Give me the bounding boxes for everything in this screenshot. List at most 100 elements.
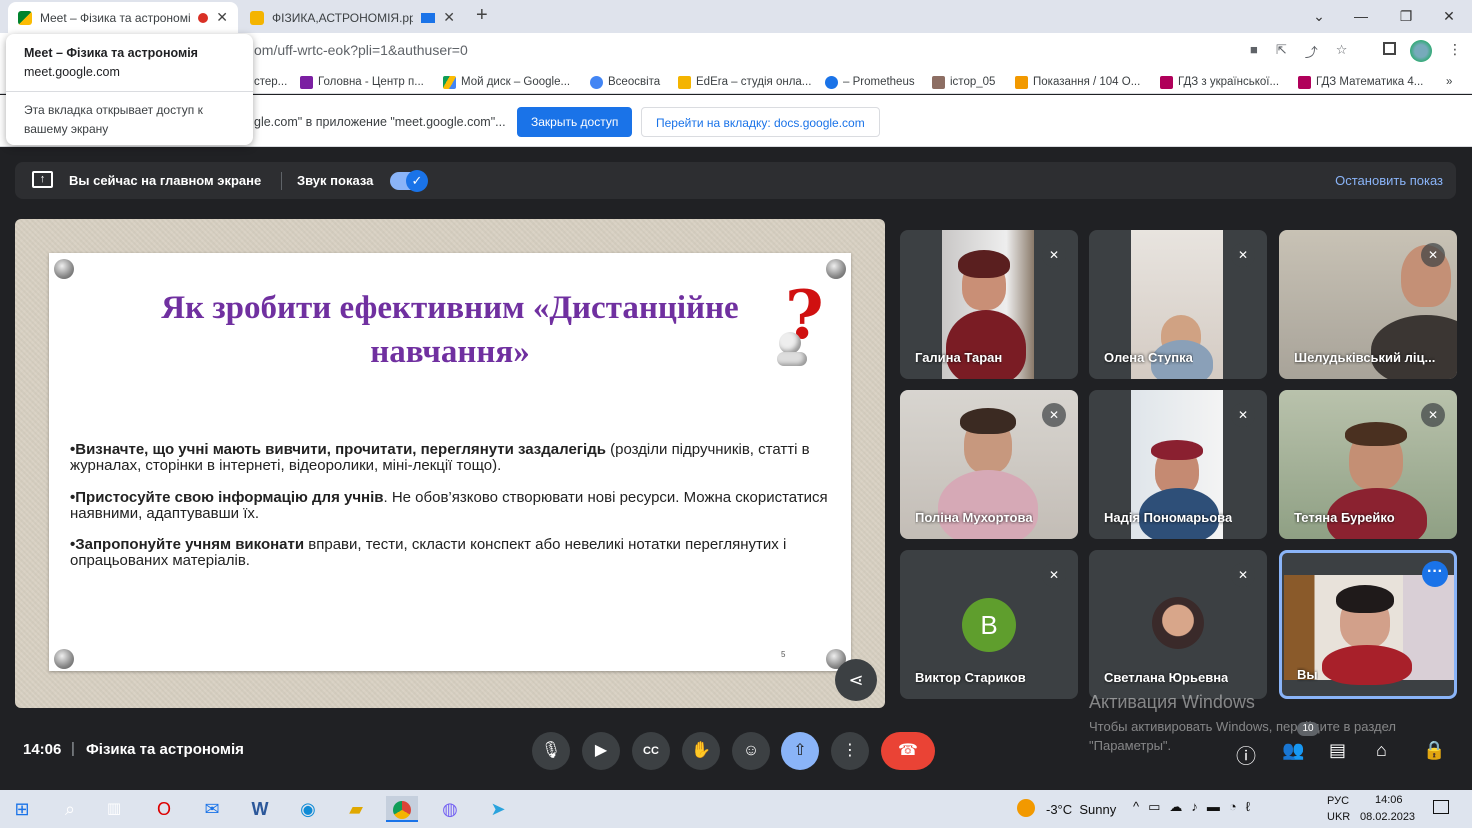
stop-presenting-button[interactable]: Остановить показ bbox=[1335, 173, 1443, 188]
participant-tile[interactable]: ✕ Галина Таран bbox=[900, 230, 1078, 379]
microphone-button[interactable]: 🎙 bbox=[532, 732, 570, 770]
bookmark-item[interactable]: EdEra – студія онла... bbox=[678, 74, 811, 90]
tab-meet-title: Meet – Фізика та астрономі bbox=[40, 10, 191, 25]
bookmark-item[interactable]: істор_05 bbox=[932, 74, 995, 90]
participant-tile[interactable]: ✕ Шелудьківський ліц... bbox=[1279, 230, 1457, 379]
share-audio-label: Звук показа bbox=[297, 173, 374, 188]
meeting-title: Фізика та астрономія bbox=[86, 741, 244, 758]
profile-avatar[interactable] bbox=[1410, 40, 1432, 62]
participant-tile[interactable]: ✕ Светлана Юрьевна bbox=[1089, 550, 1267, 699]
edge-icon[interactable]: ◉ bbox=[294, 796, 322, 822]
captions-button[interactable]: CC bbox=[632, 732, 670, 770]
bookmark-item[interactable]: Мой диск – Google... bbox=[443, 74, 570, 90]
clock-time[interactable]: 14:06 bbox=[1375, 794, 1403, 806]
participant-name: Поліна Мухортова bbox=[915, 510, 1033, 525]
raise-hand-button[interactable]: ✋ bbox=[682, 732, 720, 770]
more-options-icon[interactable]: ··· bbox=[1422, 561, 1448, 587]
clock-date[interactable]: 08.02.2023 bbox=[1360, 811, 1415, 823]
camera-icon[interactable]: ■ bbox=[1250, 42, 1258, 61]
bookmark-item[interactable]: ГДЗ з української... bbox=[1160, 74, 1279, 90]
participant-tile[interactable]: ✕ Надія Пономарьова bbox=[1089, 390, 1267, 539]
activities-icon[interactable]: ⌂ bbox=[1376, 740, 1387, 761]
url-text[interactable]: om/uff-wrtc-eok?pli=1&authuser=0 bbox=[254, 42, 468, 58]
search-icon[interactable]: ⌕ bbox=[56, 796, 84, 822]
new-tab-button[interactable]: + bbox=[476, 4, 488, 27]
chat-icon[interactable]: ▤ bbox=[1329, 740, 1346, 761]
word-icon[interactable]: W bbox=[246, 796, 274, 822]
close-window-button[interactable]: ✕ bbox=[1426, 4, 1472, 28]
minimize-button[interactable]: — bbox=[1338, 4, 1384, 28]
tab-meet[interactable]: Meet – Фізика та астрономі ✕ bbox=[8, 2, 238, 33]
start-icon[interactable]: ⊞ bbox=[8, 796, 36, 822]
close-tab-icon[interactable]: ✕ bbox=[443, 9, 455, 26]
participant-tile[interactable]: ✕ Поліна Мухортова bbox=[900, 390, 1078, 539]
slide-bullet: •Запропонуйте учням виконати вправи, тес… bbox=[70, 537, 840, 569]
tab-search-icon[interactable]: ⌄ bbox=[1296, 4, 1342, 28]
weather-text[interactable]: -3°C Sunny bbox=[1046, 802, 1116, 817]
bookmark-label: Показання / 104 О... bbox=[1033, 76, 1141, 88]
participant-name: Тетяна Бурейко bbox=[1294, 510, 1395, 525]
participant-name: Шелудьківський ліц... bbox=[1294, 350, 1436, 365]
bookmark-item[interactable]: стер... bbox=[254, 74, 287, 90]
mail-icon[interactable]: ✉ bbox=[198, 796, 226, 822]
more-options-button[interactable]: ⋮ bbox=[831, 732, 869, 770]
tray-icons[interactable]: ^▭☁♪▬◔ℓ bbox=[1133, 799, 1259, 815]
reactions-button[interactable]: ☺ bbox=[732, 732, 770, 770]
leave-call-button[interactable]: ☎ bbox=[881, 732, 935, 770]
share-icon[interactable]: ⤴ bbox=[1305, 42, 1318, 61]
hover-card-domain: meet.google.com bbox=[24, 65, 120, 79]
bookmark-item[interactable]: ГДЗ Математика 4... bbox=[1298, 74, 1423, 90]
self-tile[interactable]: ··· Вы bbox=[1279, 550, 1457, 699]
viber-icon[interactable]: ◍ bbox=[436, 796, 464, 822]
mic-off-icon: ✕ bbox=[1042, 563, 1066, 587]
open-external-icon[interactable]: ⇱ bbox=[1276, 42, 1287, 61]
restore-button[interactable]: ❐ bbox=[1383, 4, 1429, 28]
camera-button[interactable]: ▶ bbox=[582, 732, 620, 770]
avatar: В bbox=[962, 598, 1016, 652]
hover-card-note: Эта вкладка открывает доступ к вашему эк… bbox=[24, 103, 203, 136]
menu-icon[interactable]: ⋮ bbox=[1448, 41, 1462, 58]
bookmark-icon bbox=[1298, 75, 1311, 89]
side-panel-icon[interactable] bbox=[1383, 42, 1396, 55]
bookmark-item[interactable]: Показання / 104 О... bbox=[1015, 74, 1140, 90]
more-vert-icon: ⋮ bbox=[842, 742, 858, 759]
host-controls-icon[interactable]: 🔒 bbox=[1423, 740, 1445, 761]
participant-tile[interactable]: ✕ Тетяна Бурейко bbox=[1279, 390, 1457, 539]
weather-icon bbox=[1017, 799, 1035, 817]
participant-tile[interactable]: В ✕ Виктор Стариков bbox=[900, 550, 1078, 699]
task-view-icon[interactable]: ▥ bbox=[100, 796, 128, 822]
tab-slides[interactable]: ФІЗИКА,АСТРОНОМІЯ.pptx ✕ bbox=[240, 2, 465, 33]
stop-sharing-button[interactable]: Закрыть доступ bbox=[517, 107, 633, 137]
bookmark-icon bbox=[1160, 75, 1173, 89]
share-icon[interactable]: ⋖ bbox=[835, 659, 877, 701]
close-tab-icon[interactable]: ✕ bbox=[216, 9, 228, 26]
mic-off-icon: ✕ bbox=[1231, 403, 1255, 427]
mic-icon: 🎙 bbox=[540, 742, 562, 759]
language-top[interactable]: РУС bbox=[1327, 795, 1349, 807]
bookmark-item[interactable]: Всеосвіта bbox=[590, 74, 660, 90]
info-icon[interactable]: ⓘ bbox=[1236, 740, 1256, 769]
file-explorer-icon[interactable]: ▰ bbox=[342, 796, 370, 822]
people-icon[interactable]: 👥 bbox=[1282, 740, 1304, 761]
share-audio-toggle[interactable]: ✓ bbox=[390, 170, 428, 192]
activation-watermark-title: Активация Windows bbox=[1089, 692, 1255, 712]
participant-tile[interactable]: ✕ Олена Ступка bbox=[1089, 230, 1267, 379]
hover-card-title: Meet – Фізика та астрономія bbox=[24, 46, 198, 60]
recording-icon bbox=[198, 12, 209, 23]
language-bottom[interactable]: UKR bbox=[1327, 811, 1350, 823]
participant-name: Вы bbox=[1297, 667, 1318, 682]
bookmark-item[interactable]: – Prometheus bbox=[825, 74, 915, 90]
bookmark-label: стер... bbox=[254, 76, 288, 88]
bookmark-item[interactable]: Головна - Центр п... bbox=[300, 74, 424, 90]
chrome-icon[interactable] bbox=[386, 796, 418, 822]
telegram-icon[interactable]: ➤ bbox=[484, 796, 512, 822]
bookmarks-more[interactable]: » bbox=[1446, 74, 1452, 90]
bookmark-label: ГДЗ з української... bbox=[1178, 76, 1280, 88]
star-icon[interactable]: ☆ bbox=[1336, 42, 1348, 61]
mic-off-icon: ✕ bbox=[1421, 403, 1445, 427]
notifications-icon[interactable] bbox=[1433, 800, 1449, 814]
present-screen-icon: ↑ bbox=[32, 171, 53, 188]
opera-icon[interactable]: O bbox=[150, 796, 178, 822]
switch-tab-button[interactable]: Перейти на вкладку: docs.google.com bbox=[641, 107, 880, 137]
present-button[interactable]: ⇧ bbox=[781, 732, 819, 770]
